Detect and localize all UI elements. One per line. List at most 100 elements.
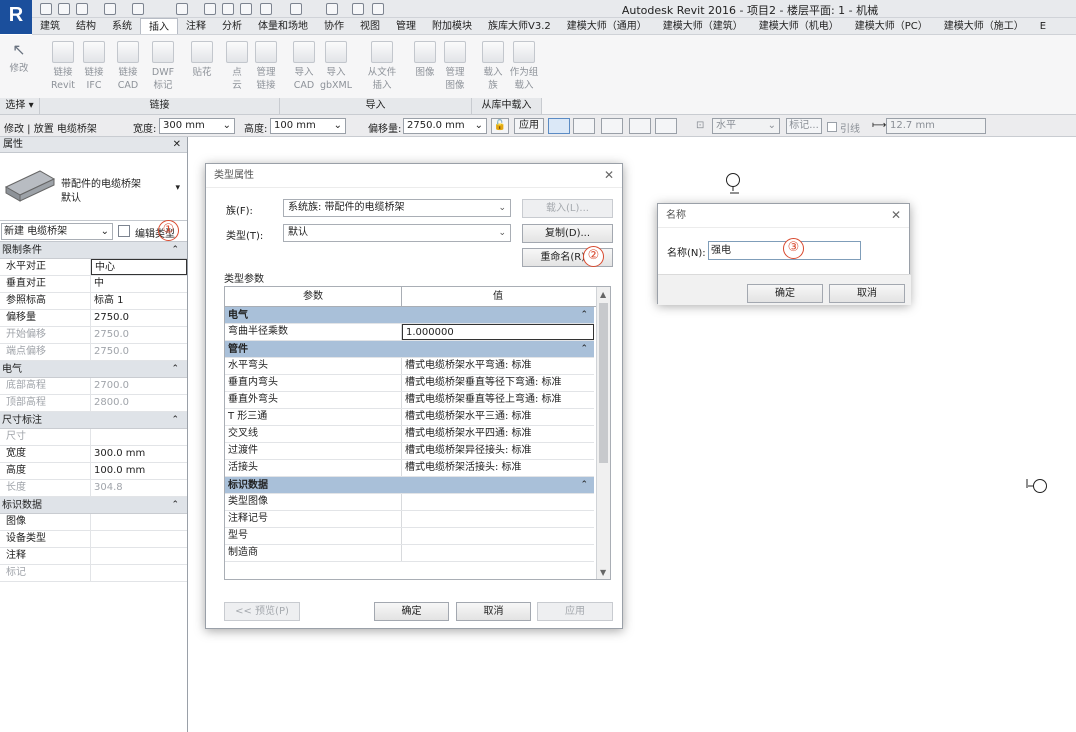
tab-1[interactable]: 结构 xyxy=(68,18,104,34)
undo-icon[interactable] xyxy=(104,3,116,15)
ribbon-button-manage-links[interactable]: 管理 链接 xyxy=(248,41,284,92)
property-value[interactable]: 300.0 mm xyxy=(91,446,187,462)
property-value[interactable] xyxy=(91,531,187,547)
tab-17[interactable]: E xyxy=(1032,18,1054,34)
parameter-group-header[interactable]: 电气 ⌃ xyxy=(225,307,594,324)
justification-bottom-button[interactable] xyxy=(655,118,677,134)
justification-center-button[interactable] xyxy=(548,118,570,134)
property-group-header[interactable]: 标识数据 ⌃ xyxy=(0,497,187,514)
collapse-icon[interactable]: ⌃ xyxy=(580,477,588,494)
property-value[interactable]: 中心 xyxy=(91,259,187,275)
tab-4[interactable]: 注释 xyxy=(178,18,214,34)
ribbon-button-insert-from-file[interactable]: 从文件 插入 xyxy=(364,41,400,92)
lock-icon[interactable]: 🔓 xyxy=(491,118,509,134)
close-icon[interactable]: ✕ xyxy=(604,169,614,181)
parameter-value[interactable] xyxy=(402,494,594,510)
scroll-down-icon[interactable]: ▼ xyxy=(600,568,606,577)
thin-lines-icon[interactable] xyxy=(326,3,338,15)
tab-5[interactable]: 分析 xyxy=(214,18,250,34)
property-value[interactable]: 标高 1 xyxy=(91,293,187,309)
collapse-icon[interactable]: ⌃ xyxy=(171,412,179,429)
tab-7[interactable]: 协作 xyxy=(316,18,352,34)
apply-button[interactable]: 应用 xyxy=(537,602,613,621)
offset-dropdown[interactable]: 2750.0 mm ⌄ xyxy=(403,118,487,134)
property-value[interactable] xyxy=(91,514,187,530)
parameter-value[interactable]: 1.000000 xyxy=(402,324,594,340)
property-value[interactable]: 100.0 mm xyxy=(91,463,187,479)
tab-10[interactable]: 附加模块 xyxy=(424,18,480,34)
print-icon[interactable] xyxy=(176,3,188,15)
collapse-icon[interactable]: ⌃ xyxy=(580,341,588,358)
tab-9[interactable]: 管理 xyxy=(388,18,424,34)
scroll-up-icon[interactable]: ▲ xyxy=(600,290,606,299)
parameter-value[interactable]: 槽式电缆桥架垂直等径上弯通: 标准 xyxy=(402,392,594,408)
type-dropdown[interactable]: 默认 ⌄ xyxy=(283,224,511,242)
close-hidden-icon[interactable] xyxy=(352,3,364,15)
scrollbar[interactable]: ▲ ▼ xyxy=(596,287,610,579)
height-dropdown[interactable]: 100 mm ⌄ xyxy=(270,118,346,134)
duplicate-button[interactable]: 复制(D)... xyxy=(522,224,613,243)
property-value[interactable]: 2750.0 xyxy=(91,310,187,326)
ribbon-button-link-ifc[interactable]: 链接 IFC xyxy=(76,41,112,92)
parameter-value[interactable]: 槽式电缆桥架水平弯通: 标准 xyxy=(402,358,594,374)
leader-length-input[interactable]: 12.7 mm xyxy=(886,118,986,134)
tab-3[interactable]: 插入 xyxy=(140,18,178,34)
parameter-value[interactable] xyxy=(402,545,594,561)
tab-12[interactable]: 建模大师（通用） xyxy=(559,18,655,34)
redo-icon[interactable] xyxy=(132,3,144,15)
family-dropdown[interactable]: 系统族: 带配件的电缆桥架 ⌄ xyxy=(283,199,511,217)
property-group-header[interactable]: 电气 ⌃ xyxy=(0,361,187,378)
switch-windows-icon[interactable] xyxy=(372,3,384,15)
width-dropdown[interactable]: 300 mm ⌄ xyxy=(159,118,235,134)
panel-label-0[interactable]: 选择 ▾ xyxy=(0,98,40,114)
dimension-icon[interactable] xyxy=(222,3,234,15)
measure-icon[interactable] xyxy=(204,3,216,15)
type-selector[interactable]: 带配件的电缆桥架 默认 ▾ xyxy=(0,153,187,221)
parameter-value[interactable]: 槽式电缆桥架异径接头: 标准 xyxy=(402,443,594,459)
ok-button[interactable]: 确定 xyxy=(374,602,449,621)
property-value[interactable]: 中 xyxy=(91,276,187,292)
scrollbar-thumb[interactable] xyxy=(599,303,608,463)
ribbon-button-decal[interactable]: 贴花 xyxy=(184,41,220,79)
instance-filter-dropdown[interactable]: 新建 电缆桥架 ⌄ xyxy=(1,223,113,240)
revit-logo-icon[interactable]: R xyxy=(0,0,32,34)
collapse-icon[interactable]: ⌃ xyxy=(580,307,588,324)
cancel-button[interactable]: 取消 xyxy=(456,602,531,621)
tab-14[interactable]: 建模大师（机电） xyxy=(751,18,847,34)
parameter-value[interactable] xyxy=(402,511,594,527)
leader-checkbox[interactable] xyxy=(827,122,837,132)
tab-13[interactable]: 建模大师（建筑） xyxy=(655,18,751,34)
tab-16[interactable]: 建模大师（施工） xyxy=(936,18,1032,34)
ribbon-button-load-as-group[interactable]: 作为组 载入 xyxy=(506,41,542,92)
tab-11[interactable]: 族库大师V3.2 xyxy=(480,18,559,34)
orientation-dropdown[interactable]: 水平 ⌄ xyxy=(712,118,780,134)
tag-button[interactable]: 标记... xyxy=(786,118,822,134)
tab-2[interactable]: 系统 xyxy=(104,18,140,34)
parameter-value[interactable] xyxy=(402,528,594,544)
apply-button[interactable]: 应用 xyxy=(514,118,544,134)
open-icon[interactable] xyxy=(40,3,52,15)
justification-right-button[interactable] xyxy=(601,118,623,134)
ok-button[interactable]: 确定 xyxy=(747,284,823,303)
close-icon[interactable]: ✕ xyxy=(173,137,181,153)
parameter-value[interactable]: 槽式电缆桥架活接头: 标准 xyxy=(402,460,594,476)
ribbon-button-dwf-markup[interactable]: DWF 标记 xyxy=(145,41,181,92)
property-value[interactable] xyxy=(91,548,187,564)
modify-button[interactable]: ↖ 修改 xyxy=(4,41,34,75)
text-icon[interactable] xyxy=(240,3,252,15)
ribbon-button-import-cad[interactable]: 导入 CAD xyxy=(286,41,322,92)
justification-top-button[interactable] xyxy=(629,118,651,134)
parameter-group-header[interactable]: 管件 ⌃ xyxy=(225,341,594,358)
ribbon-button-import-gbxml[interactable]: 导入 gbXML xyxy=(318,41,354,92)
preview-button[interactable]: << 预览(P) xyxy=(224,602,300,621)
tab-8[interactable]: 视图 xyxy=(352,18,388,34)
load-button[interactable]: 载入(L)... xyxy=(522,199,613,218)
column-header-parameter[interactable]: 参数 xyxy=(225,287,402,306)
tab-0[interactable]: 建筑 xyxy=(32,18,68,34)
parameter-value[interactable]: 槽式电缆桥架水平三通: 标准 xyxy=(402,409,594,425)
parameter-group-header[interactable]: 标识数据 ⌃ xyxy=(225,477,594,494)
property-group-header[interactable]: 限制条件 ⌃ xyxy=(0,242,187,259)
close-icon[interactable]: ✕ xyxy=(891,209,901,221)
tab-15[interactable]: 建模大师（PC） xyxy=(847,18,936,34)
sync-icon[interactable] xyxy=(76,3,88,15)
